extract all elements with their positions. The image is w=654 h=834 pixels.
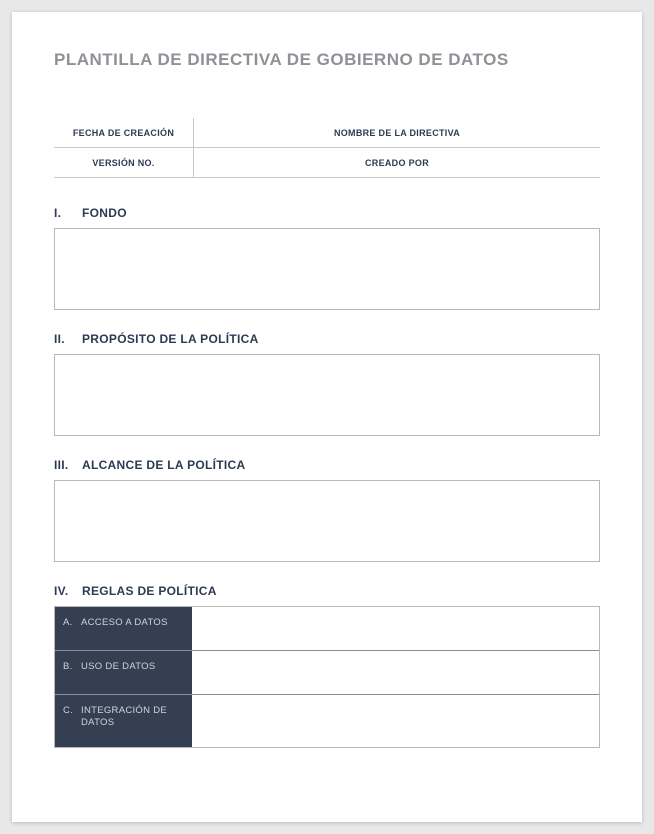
meta-row-2: VERSIÓN NO. CREADO POR — [54, 148, 600, 178]
rules-row-integracion: C. INTEGRACIÓN DE DATOS — [55, 695, 599, 747]
rules-table: A. ACCESO A DATOS B. USO DE DATOS C. INT… — [54, 606, 600, 748]
heading-fondo: I. FONDO — [54, 206, 600, 220]
heading-label: REGLAS DE POLÍTICA — [82, 584, 217, 598]
heading-num: III. — [54, 458, 82, 472]
meta-row-1: FECHA DE CREACIÓN NOMBRE DE LA DIRECTIVA — [54, 118, 600, 148]
section-reglas: IV. REGLAS DE POLÍTICA A. ACCESO A DATOS… — [54, 584, 600, 748]
meta-creado-por-label: CREADO POR — [194, 158, 600, 168]
meta-table: FECHA DE CREACIÓN NOMBRE DE LA DIRECTIVA… — [54, 118, 600, 178]
section-alcance: III. ALCANCE DE LA POLÍTICA — [54, 458, 600, 562]
heading-proposito: II. PROPÓSITO DE LA POLÍTICA — [54, 332, 600, 346]
rule-letter: A. — [63, 617, 81, 628]
rule-letter: B. — [63, 661, 81, 672]
fondo-input-box[interactable] — [54, 228, 600, 310]
rules-row-acceso: A. ACCESO A DATOS — [55, 607, 599, 651]
heading-label: FONDO — [82, 206, 127, 220]
rule-letter: C. — [63, 705, 81, 716]
alcance-input-box[interactable] — [54, 480, 600, 562]
proposito-input-box[interactable] — [54, 354, 600, 436]
rules-label-integracion: C. INTEGRACIÓN DE DATOS — [55, 695, 192, 747]
heading-num: I. — [54, 206, 82, 220]
rules-label-uso: B. USO DE DATOS — [55, 651, 192, 694]
rules-input-acceso[interactable] — [192, 607, 599, 650]
section-proposito: II. PROPÓSITO DE LA POLÍTICA — [54, 332, 600, 436]
meta-version-label: VERSIÓN NO. — [54, 148, 194, 177]
rules-label-acceso: A. ACCESO A DATOS — [55, 607, 192, 650]
meta-nombre-directiva-label: NOMBRE DE LA DIRECTIVA — [194, 128, 600, 138]
rules-row-uso: B. USO DE DATOS — [55, 651, 599, 695]
rules-input-integracion[interactable] — [192, 695, 599, 747]
heading-label: PROPÓSITO DE LA POLÍTICA — [82, 332, 259, 346]
rule-text: ACCESO A DATOS — [81, 617, 184, 629]
meta-fecha-creacion-label: FECHA DE CREACIÓN — [54, 118, 194, 147]
heading-num: IV. — [54, 584, 82, 598]
heading-num: II. — [54, 332, 82, 346]
document-page: PLANTILLA DE DIRECTIVA DE GOBIERNO DE DA… — [12, 12, 642, 822]
section-fondo: I. FONDO — [54, 206, 600, 310]
heading-alcance: III. ALCANCE DE LA POLÍTICA — [54, 458, 600, 472]
rule-text: USO DE DATOS — [81, 661, 184, 673]
rule-text: INTEGRACIÓN DE DATOS — [81, 705, 184, 730]
page-title: PLANTILLA DE DIRECTIVA DE GOBIERNO DE DA… — [54, 50, 600, 70]
heading-label: ALCANCE DE LA POLÍTICA — [82, 458, 246, 472]
rules-input-uso[interactable] — [192, 651, 599, 694]
heading-reglas: IV. REGLAS DE POLÍTICA — [54, 584, 600, 598]
